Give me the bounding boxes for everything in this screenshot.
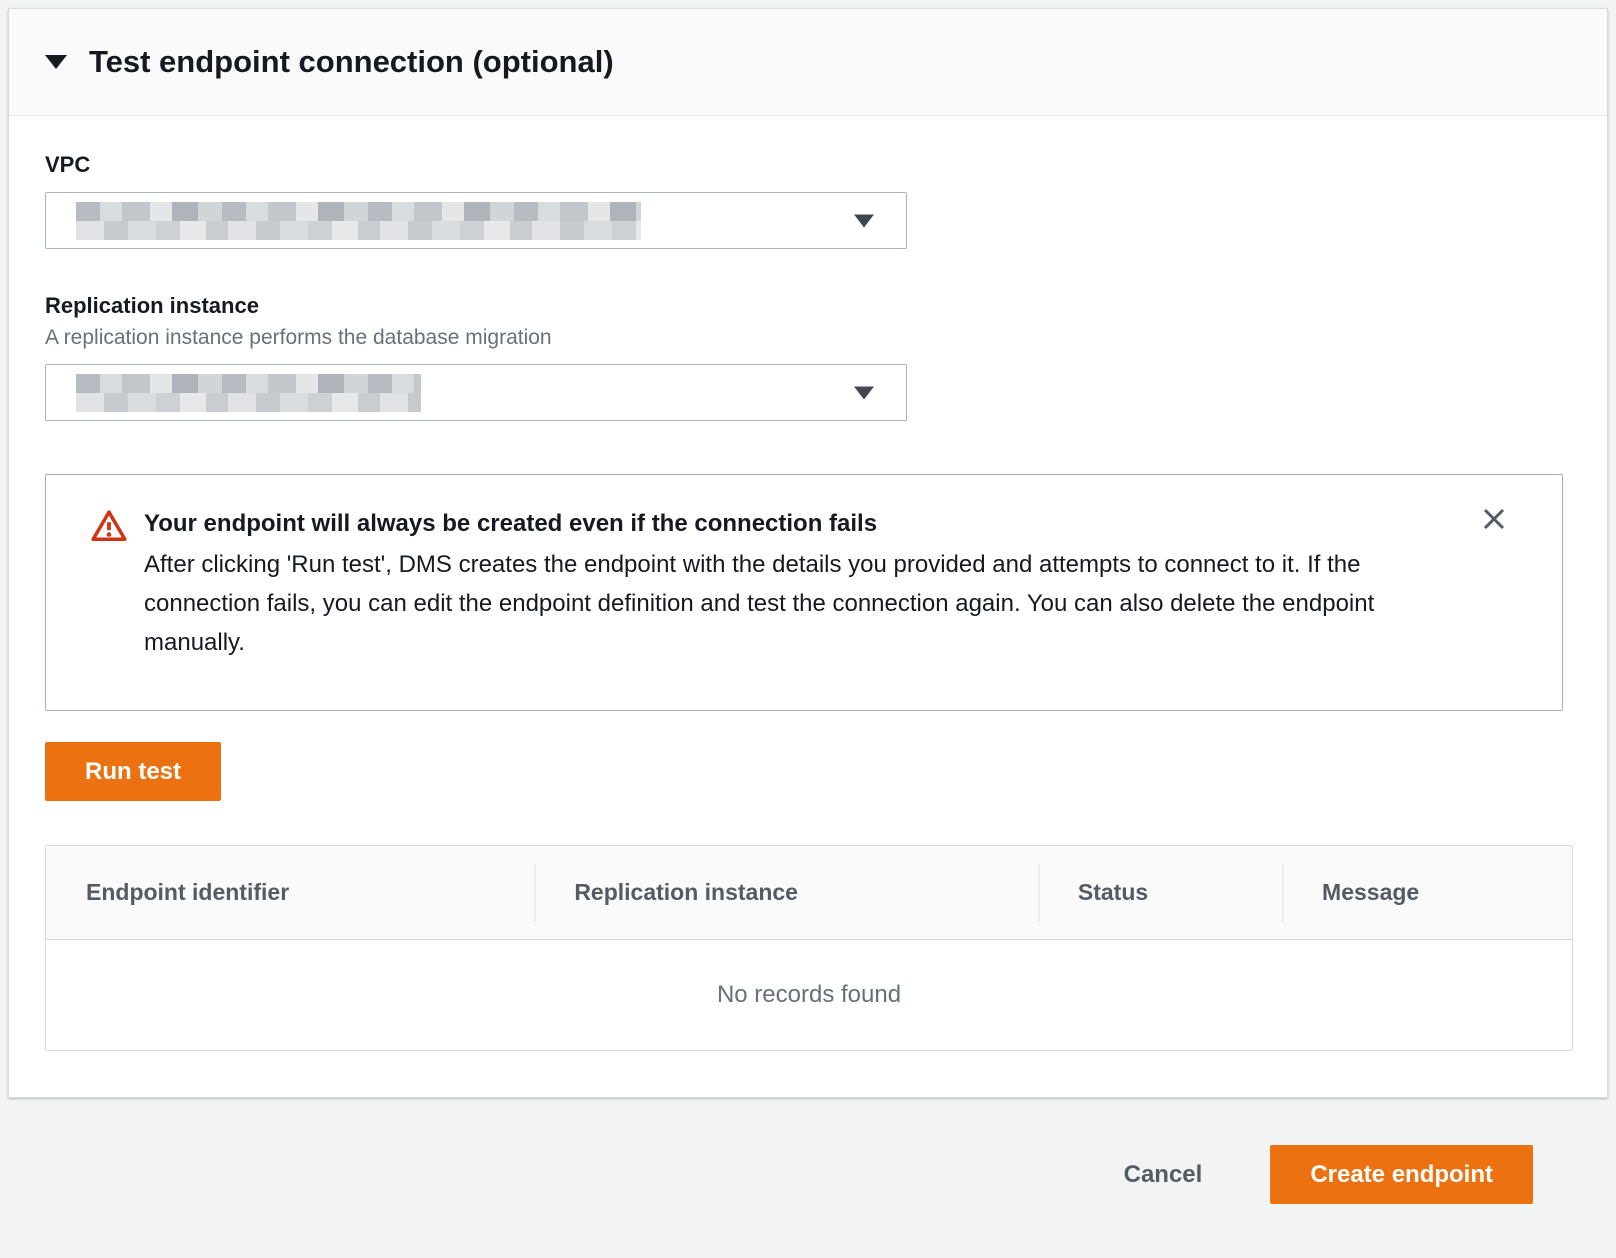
replication-instance-select[interactable] <box>45 364 907 421</box>
replication-instance-description: A replication instance performs the data… <box>45 326 1571 350</box>
warning-title: Your endpoint will always be created eve… <box>144 505 1424 543</box>
section-header[interactable]: Test endpoint connection (optional) <box>9 9 1607 116</box>
vpc-select[interactable] <box>45 192 907 249</box>
test-endpoint-connection-panel: Test endpoint connection (optional) VPC … <box>8 8 1608 1098</box>
column-header-replication-instance: Replication instance <box>534 879 1038 906</box>
create-endpoint-button[interactable]: Create endpoint <box>1270 1145 1533 1204</box>
table-empty-state: No records found <box>46 940 1572 1050</box>
run-test-button[interactable]: Run test <box>45 742 221 801</box>
dropdown-arrow-icon <box>854 214 874 227</box>
replication-instance-redacted-value <box>76 374 421 412</box>
replication-instance-field: Replication instance A replication insta… <box>45 293 1571 421</box>
section-body: VPC Replication instance A replication i… <box>9 116 1607 1091</box>
column-header-status: Status <box>1038 879 1282 906</box>
no-records-text: No records found <box>717 981 901 1009</box>
column-header-message: Message <box>1282 879 1572 906</box>
vpc-field: VPC <box>45 152 1571 249</box>
warning-triangle-icon <box>90 505 128 662</box>
close-icon[interactable] <box>1478 503 1510 535</box>
warning-text: Your endpoint will always be created eve… <box>144 505 1424 662</box>
section-title: Test endpoint connection (optional) <box>89 44 614 80</box>
vpc-redacted-value <box>76 202 641 240</box>
table-header-row: Endpoint identifier Replication instance… <box>46 846 1572 940</box>
test-results-table: Endpoint identifier Replication instance… <box>45 845 1573 1051</box>
warning-alert: Your endpoint will always be created eve… <box>45 474 1563 711</box>
replication-instance-label: Replication instance <box>45 293 1571 319</box>
column-header-endpoint-identifier: Endpoint identifier <box>46 879 534 906</box>
vpc-label: VPC <box>45 152 1571 178</box>
collapse-triangle-icon[interactable] <box>45 55 67 69</box>
form-footer: Cancel Create endpoint <box>0 1098 1616 1258</box>
dropdown-arrow-icon <box>854 386 874 399</box>
cancel-button[interactable]: Cancel <box>1118 1145 1209 1204</box>
warning-body: After clicking 'Run test', DMS creates t… <box>144 545 1424 662</box>
